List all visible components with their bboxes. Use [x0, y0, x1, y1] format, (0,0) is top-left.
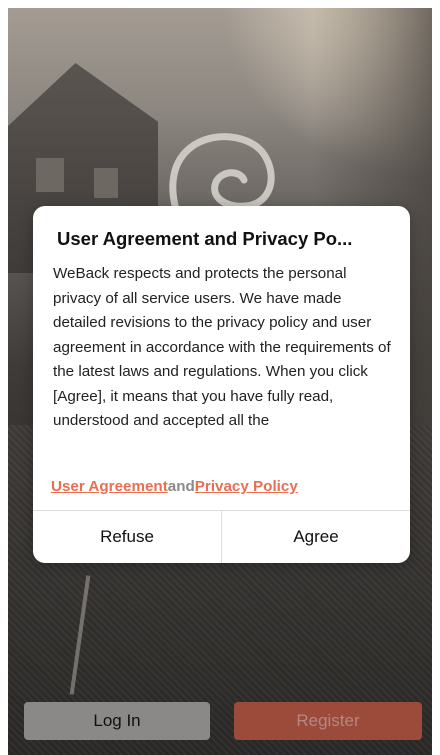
house-window	[94, 168, 118, 198]
dialog-title: User Agreement and Privacy Po...	[57, 228, 353, 249]
and-text: and	[167, 478, 195, 495]
house-window	[36, 158, 64, 192]
dialog-body-text: WeBack respects and protects the persona…	[53, 265, 391, 429]
login-button[interactable]: Log In	[24, 702, 210, 740]
register-button[interactable]: Register	[234, 702, 422, 740]
agree-button[interactable]: Agree	[222, 511, 410, 563]
privacy-policy-link[interactable]: Privacy Policy	[195, 478, 298, 495]
refuse-button[interactable]: Refuse	[33, 511, 221, 563]
dialog-button-row: Refuse Agree	[33, 511, 410, 563]
agreement-links: User AgreementandPrivacy Policy	[51, 478, 298, 495]
user-agreement-link[interactable]: User Agreement	[51, 478, 168, 495]
privacy-dialog: User Agreement and Privacy Po... WeBack …	[33, 206, 410, 563]
